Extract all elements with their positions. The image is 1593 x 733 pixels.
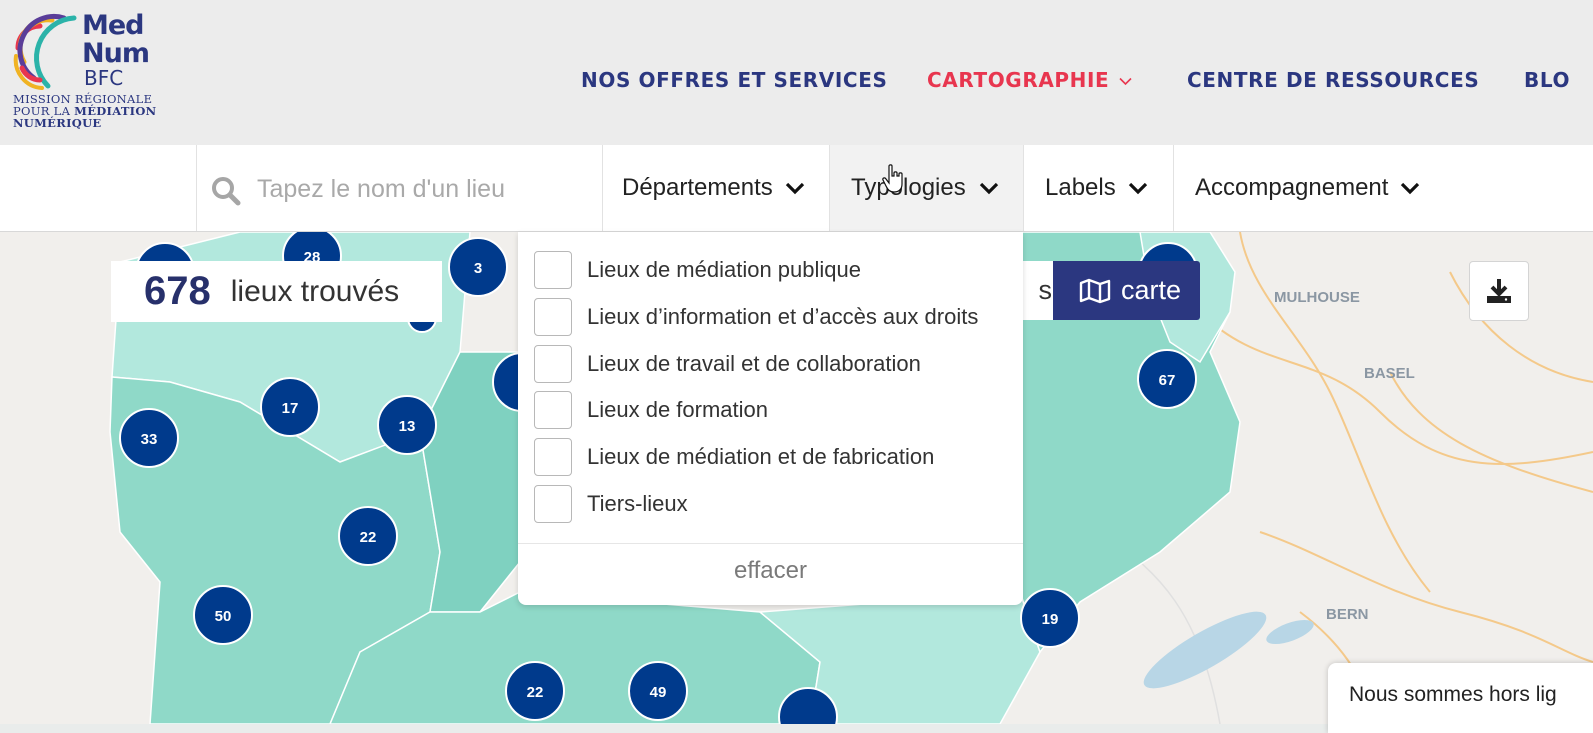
checkbox[interactable]	[534, 391, 572, 429]
map-cluster[interactable]: 13	[377, 395, 437, 455]
logo-tagline: MISSION RÉGIONALE POUR LA MÉDIATION NUMÉ…	[13, 93, 156, 129]
map-cluster[interactable]: 3	[448, 237, 508, 297]
logo-tagline-line3: NUMÉRIQUE	[13, 117, 156, 129]
checkbox[interactable]	[534, 298, 572, 336]
chevron-down-icon	[1128, 182, 1148, 195]
map-cluster[interactable]: 22	[505, 661, 565, 721]
results-counter: 678 lieux trouvés	[111, 261, 442, 322]
logo-word-num: Num	[82, 38, 150, 69]
map-cluster-count: 49	[650, 684, 667, 701]
typology-option[interactable]: Lieux d’information et d’accès aux droit…	[534, 297, 978, 337]
chevron-down-icon	[1400, 182, 1420, 195]
logo-tagline-bold-2: NUMÉRIQUE	[13, 116, 102, 130]
city-label-basel: BASEL	[1364, 365, 1415, 382]
map-cluster[interactable]: 17	[260, 377, 320, 437]
typology-option-label: Tiers-lieux	[587, 491, 688, 516]
typology-option[interactable]: Lieux de médiation et de fabrication	[534, 437, 934, 477]
filter-accompagnement-label: Accompagnement	[1195, 174, 1389, 201]
typologies-dropdown: Lieux de médiation publique Lieux d’info…	[518, 232, 1023, 605]
hand-cursor-icon	[882, 164, 903, 193]
map-cluster-count: 33	[141, 431, 158, 448]
typology-option-label: Lieux de médiation et de fabrication	[587, 444, 935, 469]
chat-status-text: Nous sommes hors lig	[1349, 683, 1557, 706]
chat-widget[interactable]: Nous sommes hors lig	[1328, 663, 1593, 733]
filter-typologies-label: Typologies	[851, 174, 966, 201]
chevron-down-icon	[979, 182, 999, 195]
filter-accompagnement[interactable]: Accompagnement	[1174, 145, 1434, 231]
map-cluster-count: 67	[1159, 372, 1176, 389]
filter-labels-label: Labels	[1045, 174, 1116, 201]
map-cluster[interactable]: 49	[628, 661, 688, 721]
map-cluster[interactable]: 19	[1020, 588, 1080, 648]
map-view-label: carte	[1121, 275, 1182, 305]
map-cluster[interactable]: 50	[193, 585, 253, 645]
download-icon	[1487, 279, 1511, 303]
filter-typologies[interactable]: Typologies	[830, 145, 1024, 231]
logo-word-med: Med	[82, 10, 145, 41]
typology-option-label: Lieux de médiation publique	[587, 257, 861, 282]
nav-blog[interactable]: BLO	[1524, 68, 1570, 92]
download-button[interactable]	[1469, 261, 1529, 321]
view-toggle: s carte	[1000, 261, 1200, 320]
checkbox[interactable]	[534, 438, 572, 476]
site-header: Med Num BFC MISSION RÉGIONALE POUR LA MÉ…	[0, 0, 1593, 145]
results-label: lieux trouvés	[230, 274, 400, 308]
map-view-button[interactable]: carte	[1053, 261, 1200, 320]
results-count: 678	[144, 269, 211, 313]
chevron-down-icon	[1119, 77, 1132, 86]
dropdown-divider	[518, 543, 1023, 544]
list-view-label: s	[1038, 275, 1053, 305]
typology-option-label: Lieux d’information et d’accès aux droit…	[587, 304, 979, 329]
map-cluster-count: 22	[360, 529, 377, 546]
checkbox[interactable]	[534, 251, 572, 289]
typology-option[interactable]: Lieux de formation	[534, 390, 768, 430]
map-cluster-count: 17	[282, 400, 299, 417]
nav-cartographie[interactable]: CARTOGRAPHIE	[927, 68, 1132, 92]
chevron-down-icon	[785, 182, 805, 195]
map-cluster[interactable]: 67	[1137, 349, 1197, 409]
map-icon	[1079, 278, 1111, 303]
checkbox[interactable]	[534, 485, 572, 523]
typology-option[interactable]: Lieux de médiation publique	[534, 250, 861, 290]
city-label-bern: BERN	[1326, 606, 1369, 623]
clear-filter-button[interactable]: effacer	[518, 557, 1023, 585]
map-cluster-count: 22	[527, 684, 544, 701]
map-cluster-count: 13	[399, 418, 416, 435]
map-cluster-count: 50	[215, 608, 232, 625]
filter-labels[interactable]: Labels	[1024, 145, 1174, 231]
city-label-mulhouse: MULHOUSE	[1274, 289, 1360, 306]
search-icon	[212, 177, 241, 206]
nav-centre-ressources[interactable]: CENTRE DE RESSOURCES	[1187, 68, 1479, 92]
search-box	[196, 145, 603, 231]
mednum-logo[interactable]: Med Num BFC MISSION RÉGIONALE POUR LA MÉ…	[12, 10, 182, 135]
map-cluster[interactable]: 22	[338, 506, 398, 566]
typology-option[interactable]: Tiers-lieux	[534, 484, 688, 524]
logo-arcs-icon	[13, 13, 77, 90]
map-cluster[interactable]: 33	[119, 408, 179, 468]
typology-option-label: Lieux de formation	[587, 397, 768, 422]
map-cluster-count: 3	[474, 260, 482, 277]
filter-departements[interactable]: Départements	[601, 145, 830, 231]
filter-departements-label: Départements	[622, 174, 773, 201]
typology-option[interactable]: Lieux de travail et de collaboration	[534, 344, 921, 384]
typology-option-label: Lieux de travail et de collaboration	[587, 351, 921, 376]
search-input[interactable]	[255, 171, 589, 207]
logo-word-bfc: BFC	[84, 66, 124, 90]
nav-offres-services[interactable]: NOS OFFRES ET SERVICES	[581, 68, 887, 92]
nav-cartographie-label: CARTOGRAPHIE	[927, 68, 1110, 92]
map-cluster-count: 19	[1042, 611, 1059, 628]
checkbox[interactable]	[534, 345, 572, 383]
filter-bar: Départements Typologies Labels Accompagn…	[0, 145, 1593, 232]
